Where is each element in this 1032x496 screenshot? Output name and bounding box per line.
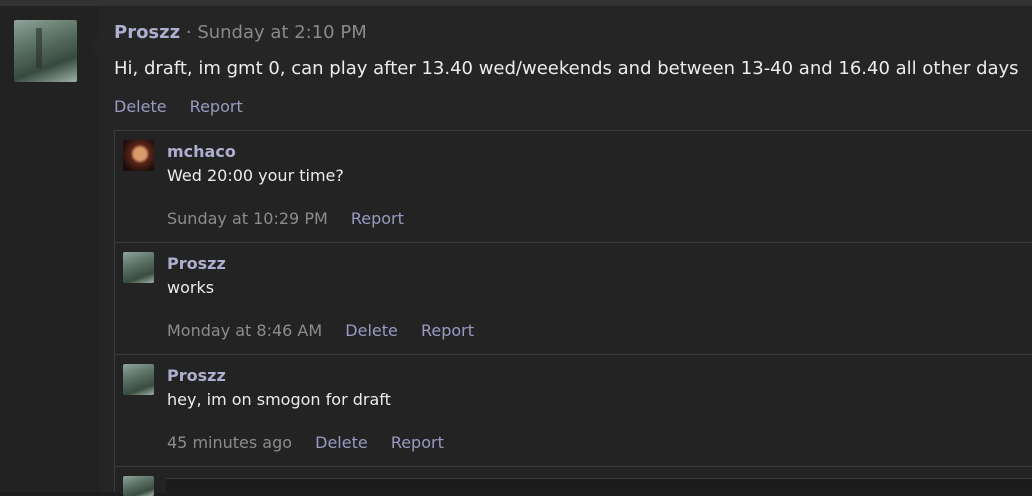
comment-item: Proszz works Monday at 8:46 AM Delete Re… xyxy=(115,242,1032,355)
post-report-link[interactable]: Report xyxy=(190,97,243,116)
post-actions: Delete Report xyxy=(114,97,261,116)
comment-actions: Sunday at 10:29 PM Report xyxy=(167,209,422,228)
post-body: Hi, draft, im gmt 0, can play after 13.4… xyxy=(114,58,1019,79)
comment-list: mchaco Wed 20:00 your time? Sunday at 10… xyxy=(114,130,1032,496)
comment-delete-link[interactable]: Delete xyxy=(345,321,398,340)
comment-author[interactable]: mchaco xyxy=(167,142,236,161)
post-header-separator: · xyxy=(185,22,192,43)
comment-item: Proszz hey, im on smogon for draft 45 mi… xyxy=(115,354,1032,467)
comment-text: hey, im on smogon for draft xyxy=(167,390,391,409)
post-author-name[interactable]: Proszz xyxy=(114,22,180,43)
comment-avatar[interactable] xyxy=(123,140,154,171)
comment-actions: 45 minutes ago Delete Report xyxy=(167,433,462,452)
comment-avatar[interactable] xyxy=(123,364,154,395)
comment-delete-link[interactable]: Delete xyxy=(315,433,368,452)
comment-author[interactable]: Proszz xyxy=(167,254,226,273)
comment-item: mchaco Wed 20:00 your time? Sunday at 10… xyxy=(115,130,1032,243)
comment-report-link[interactable]: Report xyxy=(351,209,404,228)
comment-avatar[interactable] xyxy=(123,252,154,283)
comment-timestamp[interactable]: 45 minutes ago xyxy=(167,433,292,452)
comment-report-link[interactable]: Report xyxy=(391,433,444,452)
comment-text: works xyxy=(167,278,215,297)
post-author-avatar[interactable] xyxy=(14,20,77,82)
post-timestamp[interactable]: Sunday at 2:10 PM xyxy=(197,22,366,43)
reply-input[interactable] xyxy=(166,478,1032,493)
comment-text: Wed 20:00 your time? xyxy=(167,166,344,185)
post-delete-link[interactable]: Delete xyxy=(114,97,167,116)
comment-timestamp[interactable]: Monday at 8:46 AM xyxy=(167,321,322,340)
post-header: Proszz · Sunday at 2:10 PM xyxy=(114,22,367,43)
comment-author[interactable]: Proszz xyxy=(167,366,226,385)
comment-timestamp[interactable]: Sunday at 10:29 PM xyxy=(167,209,328,228)
speech-arrow xyxy=(89,36,99,56)
reply-avatar xyxy=(123,476,154,496)
comment-actions: Monday at 8:46 AM Delete Report xyxy=(167,321,492,340)
comment-report-link[interactable]: Report xyxy=(421,321,474,340)
